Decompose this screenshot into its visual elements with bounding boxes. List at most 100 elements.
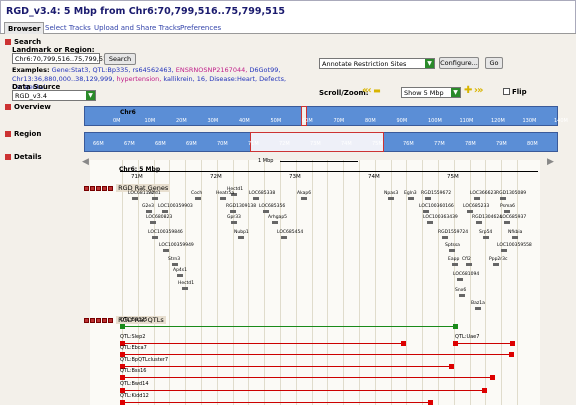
track-menu-icon[interactable] (108, 318, 113, 323)
track-help-icon[interactable] (102, 186, 107, 191)
region-section-header[interactable]: Region (5, 130, 41, 138)
gene-glyph (500, 197, 506, 200)
datasource-select[interactable]: RGD_v3.4 ▼ (12, 90, 96, 101)
configure-button[interactable]: Configure... (439, 57, 479, 69)
track-share-icon[interactable] (90, 186, 95, 191)
go-button[interactable]: Go (485, 57, 503, 69)
gene-glyph (457, 278, 463, 281)
example-hypertension-link[interactable]: hypertension, (117, 75, 162, 83)
scroll-right-icons[interactable]: ✚ ›» (464, 85, 483, 96)
tab-bar: Browser Select Tracks Upload and Share T… (0, 21, 576, 34)
gene-label: Nubp1 (234, 230, 249, 235)
overview-section-header[interactable]: Overview (5, 103, 51, 111)
qtl-span (122, 354, 511, 355)
gene-glyph (467, 210, 473, 213)
page-title: RGD_v3.4: 5 Mbp from Chr6:70,799,516..75… (6, 6, 285, 17)
region-tick-label: 77M (434, 141, 445, 147)
track-menu-icon[interactable] (108, 186, 113, 191)
track-config-icon[interactable] (96, 318, 101, 323)
gene-label: RGD1304624 (472, 215, 503, 220)
search-button[interactable]: Search (104, 53, 136, 65)
gene-glyph (423, 210, 429, 213)
scale-bar-label: 1 Mbp (258, 158, 274, 164)
grid-line (264, 160, 266, 405)
gene-glyph (425, 197, 431, 200)
gene-glyph (163, 249, 169, 252)
track-close-icon[interactable] (84, 318, 89, 323)
region-tick-label: 74M (341, 141, 352, 147)
qtl-span (122, 343, 403, 344)
collapse-icon (5, 39, 11, 45)
gene-label: LOC685233 (463, 204, 490, 209)
landmark-input[interactable]: Chr6:70,799,516..75,799,515 (12, 53, 111, 64)
gene-label: Strn3 (168, 257, 181, 262)
tab-preferences[interactable]: Preferences (177, 22, 224, 34)
flip-checkbox[interactable] (503, 88, 510, 95)
details-tick-label: 71M (131, 174, 143, 180)
plugin-select[interactable]: Annotate Restriction Sites ▼ (319, 58, 435, 69)
scroll-left-icons[interactable]: «‹ ▬ (362, 85, 381, 96)
example-snp-link[interactable]: ENSRNOSNP2167044, (176, 66, 248, 74)
region-tick-label: 76M (403, 141, 414, 147)
search-section-header[interactable]: Search (5, 38, 41, 46)
example-links[interactable]: Gene:Stat3, QTL:Bp335, rs64562463, (52, 66, 174, 74)
track-share-icon[interactable] (90, 318, 95, 323)
overview-tick-label: 70M (333, 118, 345, 124)
qtl-end-marker (510, 341, 515, 346)
qtl-span (122, 402, 430, 403)
qtl-label: QTL:Uae7 (455, 334, 480, 340)
gene-glyph (195, 197, 201, 200)
overview-chr-label: Chr6 (120, 109, 136, 116)
overview-tick-label: 80M (365, 118, 376, 124)
gene-glyph (231, 221, 237, 224)
region-tick-label: 69M (186, 141, 197, 147)
gene-label: LOC100363439 (423, 215, 458, 220)
grid-line (327, 160, 329, 405)
gene-label: Eapp (448, 257, 460, 262)
gene-label: Heatr5a (216, 191, 235, 196)
gene-glyph (504, 221, 510, 224)
gene-label: LOC680823 (146, 215, 173, 220)
qtl-label: QTL:Bss16 (120, 368, 147, 374)
gene-label: RGD1305089 (496, 191, 527, 196)
tab-upload-share[interactable]: Upload and Share Tracks (91, 22, 184, 34)
grid-line (374, 160, 376, 405)
overview-tick-label: 50M (270, 118, 282, 124)
gene-label: Hectd1 (178, 281, 195, 286)
gene-label: Sptssa (445, 243, 460, 248)
collapse-icon (5, 154, 11, 160)
overview-tick-label: 90M (396, 118, 408, 124)
example-d6got-link[interactable]: D6Got99, (249, 66, 280, 74)
scroll-left-arrow-icon[interactable]: ◀ (82, 157, 92, 167)
overview-tick-label: 0M (113, 118, 121, 124)
scroll-right-arrow-icon[interactable]: ▶ (547, 157, 557, 167)
grid-line (485, 160, 487, 405)
collapse-icon (5, 131, 11, 137)
grid-line (295, 160, 297, 405)
overview-tick-label: 110M (459, 118, 474, 124)
qtl-end-marker (482, 388, 487, 393)
gene-label: RGD1559672 (421, 191, 452, 196)
details-section-header[interactable]: Details (5, 153, 42, 161)
gene-glyph (504, 210, 510, 213)
track-close-icon[interactable] (84, 186, 89, 191)
overview-tick-label: 120M (491, 118, 505, 124)
region-tick-label: 71M (248, 141, 259, 147)
qtl-end-marker (428, 400, 433, 405)
tab-browser[interactable]: Browser (4, 22, 45, 34)
overview-tick-label: 130M (522, 118, 537, 124)
grid-line (232, 160, 234, 405)
qtl-label: QTL:Kidd12 (120, 393, 149, 399)
zoom-select[interactable]: Show 5 Mbp ▼ (401, 87, 461, 98)
track-help-icon[interactable] (102, 318, 107, 323)
qtl-span (122, 377, 492, 378)
grid-line (169, 160, 171, 405)
gene-glyph (452, 263, 458, 266)
qtl-start-marker (453, 341, 458, 346)
grid-line (438, 160, 439, 405)
track-config-icon[interactable] (96, 186, 101, 191)
gene-label: LOC685338 (249, 191, 276, 196)
gene-glyph (427, 221, 433, 224)
tab-select-tracks[interactable]: Select Tracks (42, 22, 94, 34)
example-region-link[interactable]: Chr13:36,880,000..38,129,999, (12, 75, 114, 83)
